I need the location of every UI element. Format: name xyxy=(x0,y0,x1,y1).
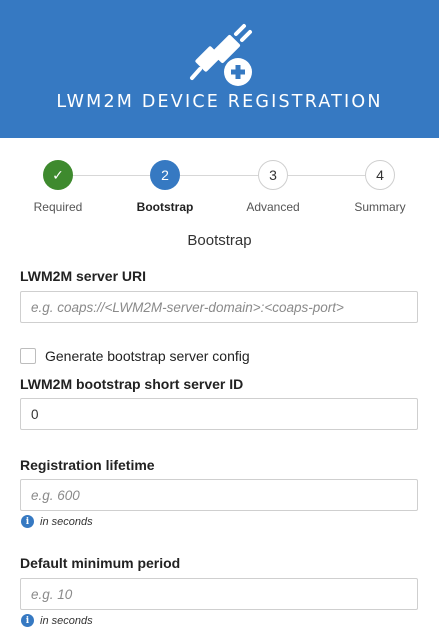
short-server-id-input[interactable] xyxy=(20,398,418,430)
default-min-period-hint: i in seconds xyxy=(21,614,93,627)
step-label: Bootstrap xyxy=(136,200,194,214)
registration-lifetime-hint: i in seconds xyxy=(21,515,93,528)
hint-text: in seconds xyxy=(40,614,93,627)
step-label: Summary xyxy=(354,200,406,214)
server-uri-input[interactable] xyxy=(20,291,418,323)
info-icon: i xyxy=(21,614,34,627)
registration-lifetime-label: Registration lifetime xyxy=(20,457,155,473)
step-advanced[interactable]: 3 Advanced xyxy=(228,160,318,214)
step-label: Advanced xyxy=(246,200,300,214)
page-title: LWM2M DEVICE REGISTRATION xyxy=(56,92,383,112)
step-number: 4 xyxy=(365,160,395,190)
info-icon: i xyxy=(21,515,34,528)
short-server-id-label: LWM2M bootstrap short server ID xyxy=(20,376,244,392)
step-required[interactable]: ✓ Required xyxy=(13,160,103,214)
hint-text: in seconds xyxy=(40,515,93,528)
plug-add-icon xyxy=(190,24,252,86)
step-summary[interactable]: 4 Summary xyxy=(335,160,425,214)
step-bootstrap[interactable]: 2 Bootstrap xyxy=(120,160,210,214)
section-title: Bootstrap xyxy=(187,232,252,249)
default-min-period-label: Default minimum period xyxy=(20,555,181,571)
step-number: 2 xyxy=(150,160,180,190)
generate-bootstrap-label[interactable]: Generate bootstrap server config xyxy=(45,348,250,364)
checkmark-icon: ✓ xyxy=(43,160,73,190)
server-uri-label: LWM2M server URI xyxy=(20,268,147,284)
generate-bootstrap-row[interactable]: Generate bootstrap server config xyxy=(20,348,250,364)
step-number: 3 xyxy=(258,160,288,190)
page-header: LWM2M DEVICE REGISTRATION xyxy=(0,0,439,138)
registration-stepper: ✓ Required 2 Bootstrap 3 Advanced 4 Summ… xyxy=(0,160,439,220)
step-label: Required xyxy=(33,200,83,214)
registration-lifetime-input[interactable] xyxy=(20,479,418,511)
generate-bootstrap-checkbox[interactable] xyxy=(20,348,36,364)
default-min-period-input[interactable] xyxy=(20,578,418,610)
